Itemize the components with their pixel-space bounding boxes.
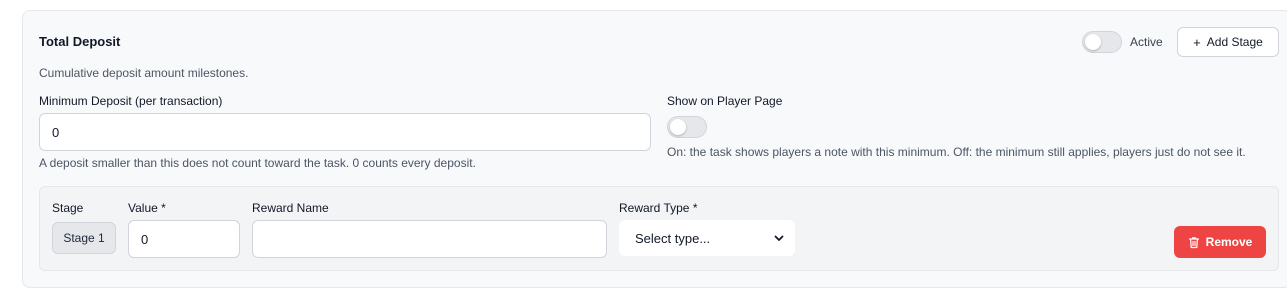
chevron-down-icon [774,235,784,241]
stage-column-label: Stage [52,201,84,215]
show-on-player-page-hint: On: the task shows players a note with t… [667,145,1246,159]
add-stage-label: Add Stage [1206,35,1263,49]
min-deposit-input[interactable] [39,113,651,151]
reward-name-input[interactable] [252,220,607,258]
stage-value-input[interactable] [128,220,240,258]
stage-name-badge: Stage 1 [52,222,116,254]
plus-icon: + [1193,34,1201,50]
show-toggle-knob [670,119,686,135]
reward-type-column-label: Reward Type * [619,201,698,215]
min-deposit-label: Minimum Deposit (per transaction) [39,94,223,108]
active-toggle[interactable] [1082,31,1122,53]
min-deposit-hint: A deposit smaller than this does not cou… [39,156,476,170]
remove-stage-button[interactable]: Remove [1174,226,1266,258]
reward-type-select[interactable]: Select type... [619,220,795,256]
reward-type-selected: Select type... [635,230,711,246]
show-on-player-page-label: Show on Player Page [667,94,783,108]
add-stage-button[interactable]: + Add Stage [1177,27,1279,57]
reward-name-column-label: Reward Name [252,201,329,215]
card-title: Total Deposit [39,34,121,49]
active-label: Active [1130,35,1163,49]
trash-icon [1188,236,1199,248]
remove-label: Remove [1205,235,1253,249]
value-column-label: Value * [128,201,166,215]
show-on-player-page-toggle[interactable] [667,116,707,138]
card-description: Cumulative deposit amount milestones. [39,66,249,80]
active-toggle-knob [1085,34,1101,50]
